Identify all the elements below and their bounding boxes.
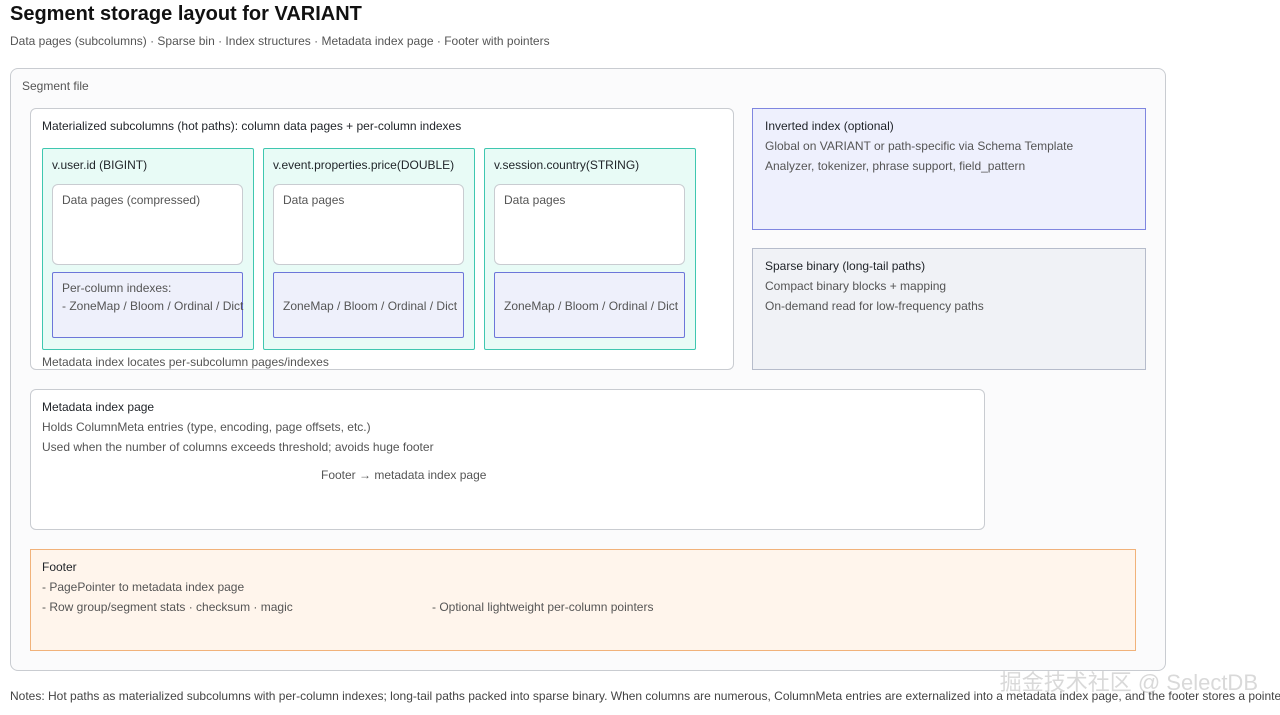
index-line: ZoneMap / Bloom / Ordinal / Dict (283, 299, 458, 313)
data-pages-label: Data pages (283, 193, 345, 207)
footer-title: Footer (42, 560, 77, 574)
materialized-caption: Metadata index locates per-subcolumn pag… (42, 355, 329, 369)
page-subtitle: Data pages (subcolumns) · Sparse bin · I… (10, 34, 550, 48)
index-line: - ZoneMap / Bloom / Ordinal / Dict (62, 299, 244, 313)
footer-line: - Row group/segment stats · checksum · m… (42, 600, 293, 614)
index-line: ZoneMap / Bloom / Ordinal / Dict (504, 299, 679, 313)
materialized-subcolumns-title: Materialized subcolumns (hot paths): col… (42, 119, 462, 133)
inverted-index-line: Global on VARIANT or path-specific via S… (765, 139, 1074, 153)
metadata-index-line: Holds ColumnMeta entries (type, encoding… (42, 420, 371, 434)
subcolumn-name: v.user.id (BIGINT) (52, 158, 148, 172)
sparse-binary-title: Sparse binary (long-tail paths) (765, 259, 926, 273)
footer-line: - Optional lightweight per-column pointe… (432, 600, 654, 614)
metadata-index-line: Used when the number of columns exceeds … (42, 440, 434, 454)
inverted-index-line: Analyzer, tokenizer, phrase support, fie… (765, 159, 1026, 173)
index-line: Per-column indexes: (62, 281, 172, 295)
sparse-binary-line: On-demand read for low-frequency paths (765, 299, 984, 313)
segment-file-label: Segment file (22, 79, 89, 93)
subcolumn-name: v.event.properties.price(DOUBLE) (273, 158, 455, 172)
footer-line: - PagePointer to metadata index page (42, 580, 245, 594)
data-pages-label: Data pages (504, 193, 566, 207)
notes-text: Notes: Hot paths as materialized subcolu… (10, 689, 1280, 703)
page-title: Segment storage layout for VARIANT (10, 3, 362, 25)
footer-pointer-note: Footer → metadata index page (321, 468, 487, 482)
inverted-index-title: Inverted index (optional) (765, 119, 894, 133)
sparse-binary-line: Compact binary blocks + mapping (765, 279, 947, 293)
data-pages-label: Data pages (compressed) (62, 193, 201, 207)
subcolumn-name: v.session.country(STRING) (494, 158, 640, 172)
metadata-index-page-box (30, 389, 985, 530)
metadata-index-page-title: Metadata index page (42, 400, 155, 414)
